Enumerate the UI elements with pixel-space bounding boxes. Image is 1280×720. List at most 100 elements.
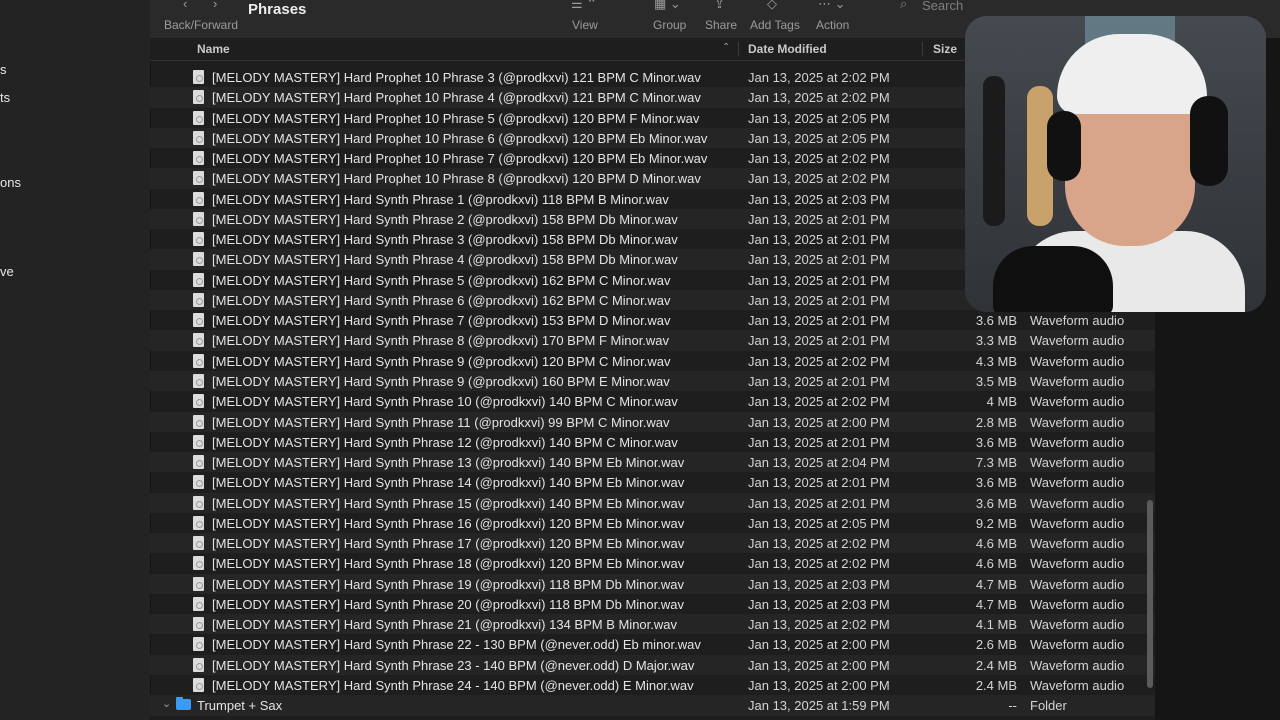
file-name: [MELODY MASTERY] Hard Synth Phrase 9 (@p… <box>212 353 671 369</box>
file-kind: Waveform audio <box>1030 637 1125 653</box>
file-size: 3.6 MB <box>975 434 1017 450</box>
file-row[interactable]: [MELODY MASTERY] Hard Synth Phrase 21 (@… <box>150 614 1155 635</box>
audio-file-icon <box>193 353 204 368</box>
file-kind: Waveform audio <box>1030 313 1125 329</box>
group-icon[interactable]: ▦ ⌄ <box>654 0 681 12</box>
file-date-modified: Jan 13, 2025 at 2:00 PM <box>748 414 890 430</box>
file-row[interactable]: [MELODY MASTERY] Hard Synth Phrase 18 (@… <box>150 553 1155 573</box>
file-row[interactable]: [MELODY MASTERY] Hard Synth Phrase 9 (@p… <box>150 351 1155 371</box>
file-date-modified: Jan 13, 2025 at 2:01 PM <box>748 232 890 248</box>
date-modified-column-header[interactable]: Date Modified <box>748 42 827 56</box>
file-size: 3.5 MB <box>975 373 1017 389</box>
file-date-modified: Jan 13, 2025 at 2:01 PM <box>748 211 890 227</box>
file-row[interactable]: [MELODY MASTERY] Hard Synth Phrase 8 (@p… <box>150 330 1155 351</box>
file-kind: Waveform audio <box>1030 536 1125 552</box>
view-button[interactable]: View <box>572 18 598 32</box>
file-row[interactable]: [MELODY MASTERY] Hard Synth Phrase 7 (@p… <box>150 310 1155 330</box>
folder-row[interactable]: ⌄ Trumpet + Sax Jan 13, 2025 at 1:59 PM -- F… <box>150 695 1155 716</box>
file-date-modified: Jan 13, 2025 at 2:01 PM <box>748 333 890 349</box>
audio-file-icon <box>193 434 204 449</box>
audio-file-icon <box>193 90 204 105</box>
chevron-left-icon[interactable]: ‹ <box>183 0 187 11</box>
file-row[interactable]: [MELODY MASTERY] Hard Synth Phrase 24 - … <box>150 675 1155 695</box>
file-name: [MELODY MASTERY] Hard Prophet 10 Phrase … <box>212 90 701 106</box>
sidebar-item[interactable]: ts <box>0 90 10 105</box>
file-kind: Waveform audio <box>1030 434 1125 450</box>
audio-file-icon <box>193 576 204 591</box>
audio-file-icon <box>193 373 204 388</box>
file-size: 4.7 MB <box>975 576 1017 592</box>
file-row[interactable]: [MELODY MASTERY] Hard Synth Phrase 9 (@p… <box>150 370 1155 392</box>
sort-ascending-icon[interactable]: ⌃ <box>722 42 730 53</box>
file-kind: Waveform audio <box>1030 455 1125 471</box>
ellipsis-icon[interactable]: ⋯ ⌄ <box>818 0 846 12</box>
file-date-modified: Jan 13, 2025 at 2:05 PM <box>748 110 890 126</box>
audio-file-icon <box>193 333 204 348</box>
file-kind: Waveform audio <box>1030 677 1125 693</box>
audio-file-icon <box>193 475 204 490</box>
file-date-modified: Jan 13, 2025 at 2:03 PM <box>748 596 890 612</box>
file-size: 2.4 MB <box>975 657 1017 673</box>
share-icon[interactable]: ⇪ <box>714 0 725 12</box>
file-name: [MELODY MASTERY] Hard Prophet 10 Phrase … <box>212 151 708 167</box>
file-row[interactable]: [MELODY MASTERY] Hard Synth Phrase 10 (@… <box>150 391 1155 411</box>
file-row[interactable]: [MELODY MASTERY] Hard Synth Phrase 15 (@… <box>150 492 1155 513</box>
sidebar-item[interactable]: s <box>0 62 7 77</box>
size-column-header[interactable]: Size <box>933 42 957 56</box>
file-date-modified: Jan 13, 2025 at 2:00 PM <box>748 677 890 693</box>
file-name: [MELODY MASTERY] Hard Synth Phrase 21 (@… <box>212 617 677 633</box>
chevron-down-icon[interactable]: ⌄ <box>162 697 171 710</box>
column-divider[interactable] <box>922 42 923 56</box>
add-tags-button[interactable]: Add Tags <box>750 18 800 32</box>
file-size: 3.3 MB <box>975 333 1017 349</box>
sidebar-item[interactable]: ons <box>0 175 21 190</box>
file-date-modified: Jan 13, 2025 at 2:02 PM <box>748 70 890 85</box>
action-button[interactable]: Action <box>816 18 849 32</box>
group-button[interactable]: Group <box>653 18 686 32</box>
file-row[interactable]: [MELODY MASTERY] Hard Synth Phrase 14 (@… <box>150 472 1155 492</box>
file-row[interactable]: [MELODY MASTERY] Hard Synth Phrase 20 (@… <box>150 594 1155 614</box>
audio-file-icon <box>193 151 204 166</box>
file-name: [MELODY MASTERY] Hard Synth Phrase 18 (@… <box>212 556 685 572</box>
file-row[interactable]: [MELODY MASTERY] Hard Synth Phrase 17 (@… <box>150 533 1155 554</box>
file-name: [MELODY MASTERY] Hard Prophet 10 Phrase … <box>212 70 701 85</box>
file-row[interactable]: [MELODY MASTERY] Hard Synth Phrase 19 (@… <box>150 573 1155 594</box>
search-field[interactable]: ⌕ Search <box>892 0 1152 15</box>
audio-file-icon <box>193 272 204 287</box>
file-date-modified: Jan 13, 2025 at 2:02 PM <box>748 90 890 106</box>
file-name: [MELODY MASTERY] Hard Synth Phrase 11 (@… <box>212 414 670 430</box>
tag-icon[interactable]: ◇ <box>767 0 777 12</box>
file-size: 2.8 MB <box>975 414 1017 430</box>
folder-name: Trumpet + Sax <box>197 698 283 714</box>
chevron-right-icon[interactable]: › <box>213 0 217 11</box>
file-row[interactable]: [MELODY MASTERY] Hard Synth Phrase 22 - … <box>150 634 1155 654</box>
file-row[interactable]: [MELODY MASTERY] Hard Synth Phrase 12 (@… <box>150 432 1155 452</box>
name-column-header[interactable]: Name <box>197 42 230 56</box>
file-size: 2.4 MB <box>975 677 1017 693</box>
file-row[interactable]: [MELODY MASTERY] Hard Synth Phrase 11 (@… <box>150 411 1155 432</box>
file-name: [MELODY MASTERY] Hard Synth Phrase 1 (@p… <box>212 191 669 207</box>
column-divider[interactable] <box>738 42 739 56</box>
sidebar-item[interactable]: ve <box>0 264 14 279</box>
file-row[interactable]: [MELODY MASTERY] Hard Synth Phrase 23 - … <box>150 654 1155 675</box>
share-button[interactable]: Share <box>705 18 737 32</box>
file-row[interactable]: [MELODY MASTERY] Hard Synth Phrase 16 (@… <box>150 513 1155 533</box>
audio-file-icon <box>193 536 204 551</box>
audio-file-icon <box>193 110 204 125</box>
file-size: 4.7 MB <box>975 596 1017 612</box>
file-kind: Waveform audio <box>1030 394 1125 410</box>
file-row[interactable]: [MELODY MASTERY] Hard Synth Phrase 13 (@… <box>150 452 1155 473</box>
list-view-icon[interactable]: ☰ ⌃ <box>571 0 597 12</box>
file-kind: Waveform audio <box>1030 373 1125 389</box>
webcam-overlay <box>965 16 1266 312</box>
audio-file-icon <box>193 171 204 186</box>
file-date-modified: Jan 13, 2025 at 2:01 PM <box>748 475 890 491</box>
file-date-modified: Jan 13, 2025 at 2:01 PM <box>748 434 890 450</box>
file-kind: Waveform audio <box>1030 414 1125 430</box>
vertical-scrollbar[interactable] <box>1147 500 1153 688</box>
file-kind: Waveform audio <box>1030 495 1125 511</box>
file-kind: Waveform audio <box>1030 475 1125 491</box>
audio-file-icon <box>193 252 204 267</box>
window-title: Phrases <box>248 1 307 18</box>
file-name: [MELODY MASTERY] Hard Synth Phrase 12 (@… <box>212 434 678 450</box>
